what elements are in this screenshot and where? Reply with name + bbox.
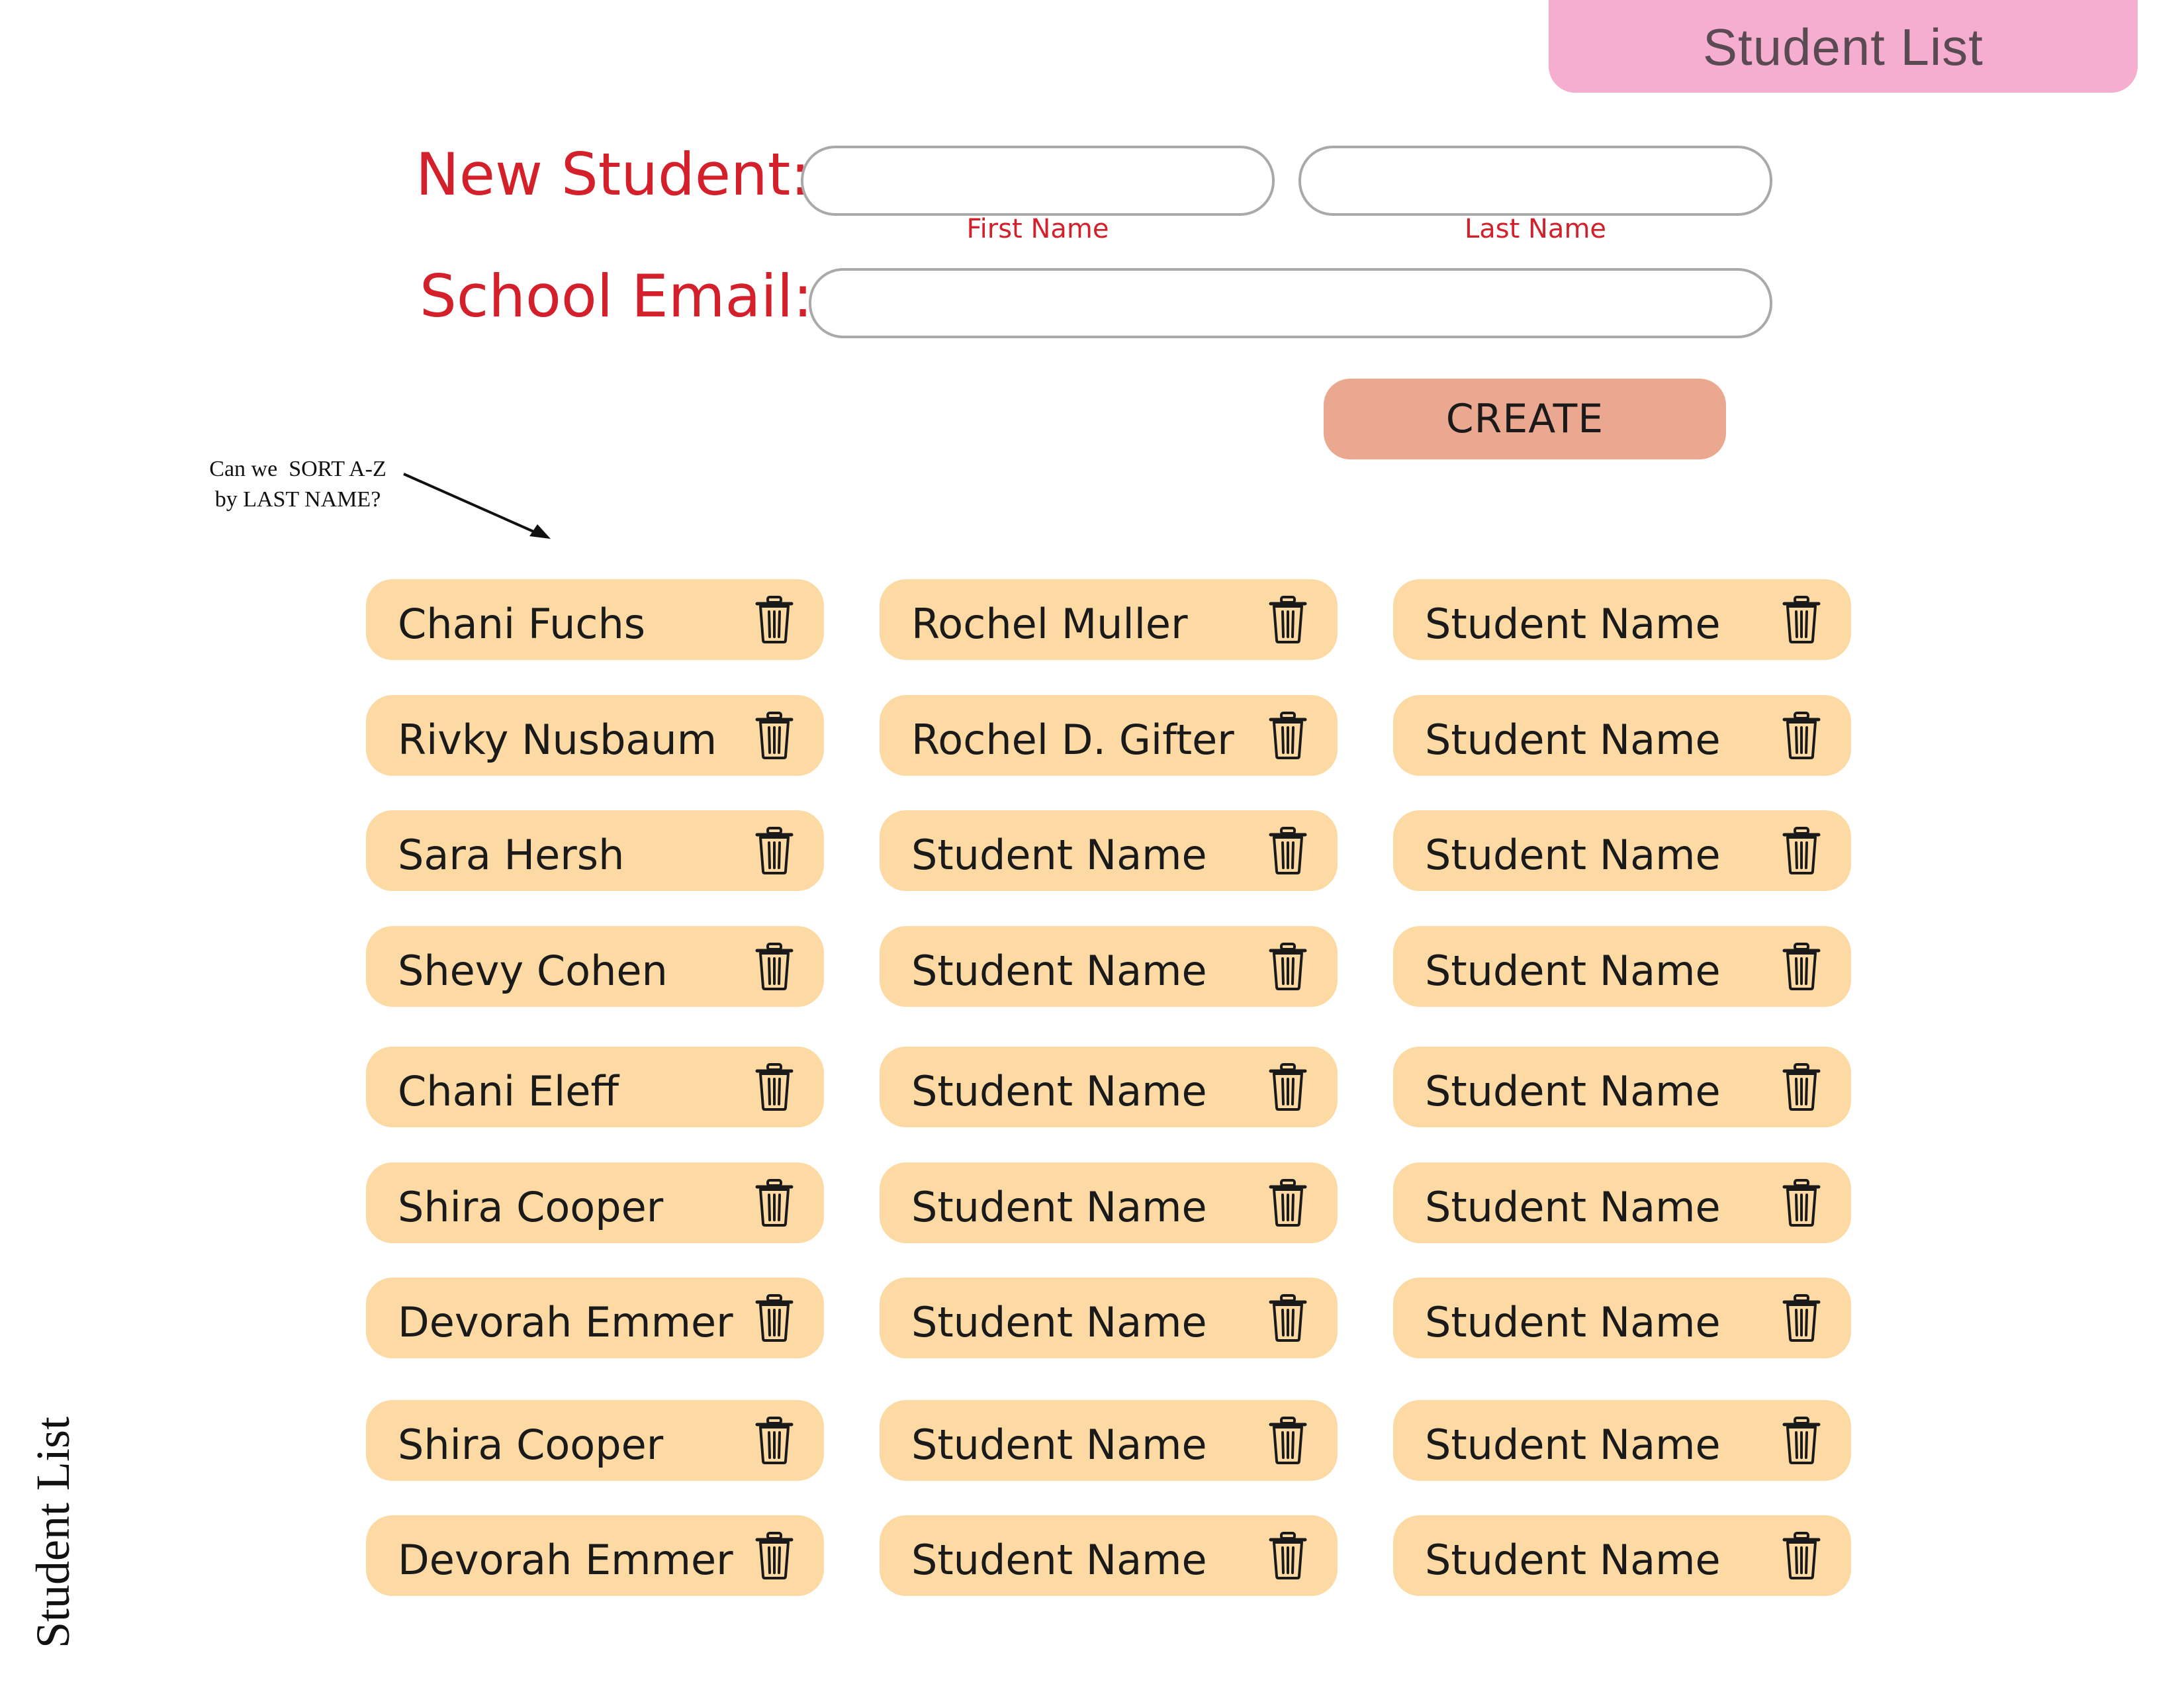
student-name: Student Name [911, 1067, 1207, 1115]
student-name: Sara Hersh [398, 831, 625, 879]
student-card[interactable]: Student Name [880, 926, 1338, 1007]
student-card[interactable]: Chani Fuchs [366, 579, 824, 660]
student-name: Devorah Emmer [398, 1536, 733, 1584]
student-card[interactable]: Shira Cooper [366, 1162, 824, 1243]
trash-icon[interactable] [1268, 942, 1308, 991]
trash-icon[interactable] [754, 711, 794, 760]
trash-icon[interactable] [1268, 711, 1308, 760]
trash-icon[interactable] [1782, 595, 1821, 644]
trash-icon[interactable] [754, 942, 794, 991]
trash-icon[interactable] [1268, 1178, 1308, 1227]
student-card[interactable]: Student Name [1393, 695, 1851, 776]
student-card[interactable]: Chani Eleff [366, 1047, 824, 1127]
student-card[interactable]: Shira Cooper [366, 1400, 824, 1481]
first-name-input[interactable] [801, 146, 1275, 216]
student-card[interactable]: Rochel Muller [880, 579, 1338, 660]
trash-icon[interactable] [754, 826, 794, 875]
trash-icon[interactable] [1782, 1531, 1821, 1580]
student-card[interactable]: Devorah Emmer [366, 1278, 824, 1358]
last-name-input[interactable] [1298, 146, 1772, 216]
first-name-caption: First Name [966, 214, 1109, 244]
trash-icon[interactable] [754, 1062, 794, 1111]
annotation-line-1: Can we SORT A-Z [209, 457, 387, 481]
student-card[interactable]: Student Name [1393, 1162, 1851, 1243]
student-name: Student Name [911, 1298, 1207, 1346]
trash-icon[interactable] [754, 1531, 794, 1580]
trash-icon[interactable] [754, 1178, 794, 1227]
trash-icon[interactable] [1782, 1293, 1821, 1342]
student-name: Student Name [1425, 1067, 1721, 1115]
student-name: Student Name [1425, 716, 1721, 764]
student-name: Student Name [1425, 600, 1721, 648]
student-name: Shira Cooper [398, 1183, 664, 1231]
student-card[interactable]: Student Name [1393, 1047, 1851, 1127]
trash-icon[interactable] [1782, 1416, 1821, 1465]
student-name: Chani Eleff [398, 1067, 619, 1115]
school-email-label: School Email: [420, 262, 813, 330]
student-name: Student Name [1425, 1183, 1721, 1231]
last-name-caption: Last Name [1464, 214, 1607, 244]
student-card[interactable]: Student Name [1393, 1515, 1851, 1596]
student-name: Student Name [1425, 1536, 1721, 1584]
school-email-input[interactable] [809, 268, 1772, 338]
student-name: Student Name [1425, 831, 1721, 879]
page-title: Student List [1703, 17, 1983, 76]
trash-icon[interactable] [1782, 1178, 1821, 1227]
trash-icon[interactable] [1268, 826, 1308, 875]
trash-icon[interactable] [754, 1293, 794, 1342]
trash-icon[interactable] [1268, 1531, 1308, 1580]
student-card[interactable]: Student Name [1393, 810, 1851, 891]
student-name: Shira Cooper [398, 1421, 664, 1469]
student-card[interactable]: Sara Hersh [366, 810, 824, 891]
student-card[interactable]: Rivky Nusbaum [366, 695, 824, 776]
annotation-line-2: by LAST NAME? [214, 487, 381, 512]
student-name: Rivky Nusbaum [398, 716, 717, 764]
student-name: Student Name [1425, 1298, 1721, 1346]
trash-icon[interactable] [1782, 711, 1821, 760]
student-card[interactable]: Student Name [1393, 1400, 1851, 1481]
student-card[interactable]: Rochel D. Gifter [880, 695, 1338, 776]
trash-icon[interactable] [1782, 942, 1821, 991]
annotation-arrow-icon [403, 473, 551, 539]
student-name: Student Name [1425, 947, 1721, 995]
student-name: Student Name [911, 947, 1207, 995]
student-name: Student Name [1425, 1421, 1721, 1469]
student-card[interactable]: Student Name [880, 1515, 1338, 1596]
student-card[interactable]: Student Name [880, 810, 1338, 891]
trash-icon[interactable] [1268, 1062, 1308, 1111]
student-name: Student Name [911, 1421, 1207, 1469]
trash-icon[interactable] [1782, 1062, 1821, 1111]
student-card[interactable]: Student Name [880, 1278, 1338, 1358]
create-button[interactable]: CREATE [1324, 379, 1726, 459]
sort-annotation: Can we SORT A-Z by LAST NAME? [179, 454, 417, 515]
student-card[interactable]: Student Name [1393, 579, 1851, 660]
trash-icon[interactable] [1782, 826, 1821, 875]
side-page-label: Student List [26, 1416, 79, 1648]
trash-icon[interactable] [1268, 595, 1308, 644]
student-name: Student Name [911, 1536, 1207, 1584]
page-title-tab: Student List [1549, 0, 2138, 93]
student-card[interactable]: Devorah Emmer [366, 1515, 824, 1596]
student-card[interactable]: Student Name [880, 1162, 1338, 1243]
student-name: Shevy Cohen [398, 947, 668, 995]
student-name: Chani Fuchs [398, 600, 646, 648]
student-card[interactable]: Student Name [1393, 926, 1851, 1007]
student-card[interactable]: Student Name [880, 1400, 1338, 1481]
student-card[interactable]: Shevy Cohen [366, 926, 824, 1007]
student-name: Devorah Emmer [398, 1298, 733, 1346]
student-name: Student Name [911, 831, 1207, 879]
student-card[interactable]: Student Name [880, 1047, 1338, 1127]
trash-icon[interactable] [754, 595, 794, 644]
student-name: Student Name [911, 1183, 1207, 1231]
new-student-label: New Student: [416, 140, 810, 209]
trash-icon[interactable] [1268, 1293, 1308, 1342]
student-name: Rochel Muller [911, 600, 1188, 648]
trash-icon[interactable] [754, 1416, 794, 1465]
student-name: Rochel D. Gifter [911, 716, 1234, 764]
trash-icon[interactable] [1268, 1416, 1308, 1465]
student-card[interactable]: Student Name [1393, 1278, 1851, 1358]
